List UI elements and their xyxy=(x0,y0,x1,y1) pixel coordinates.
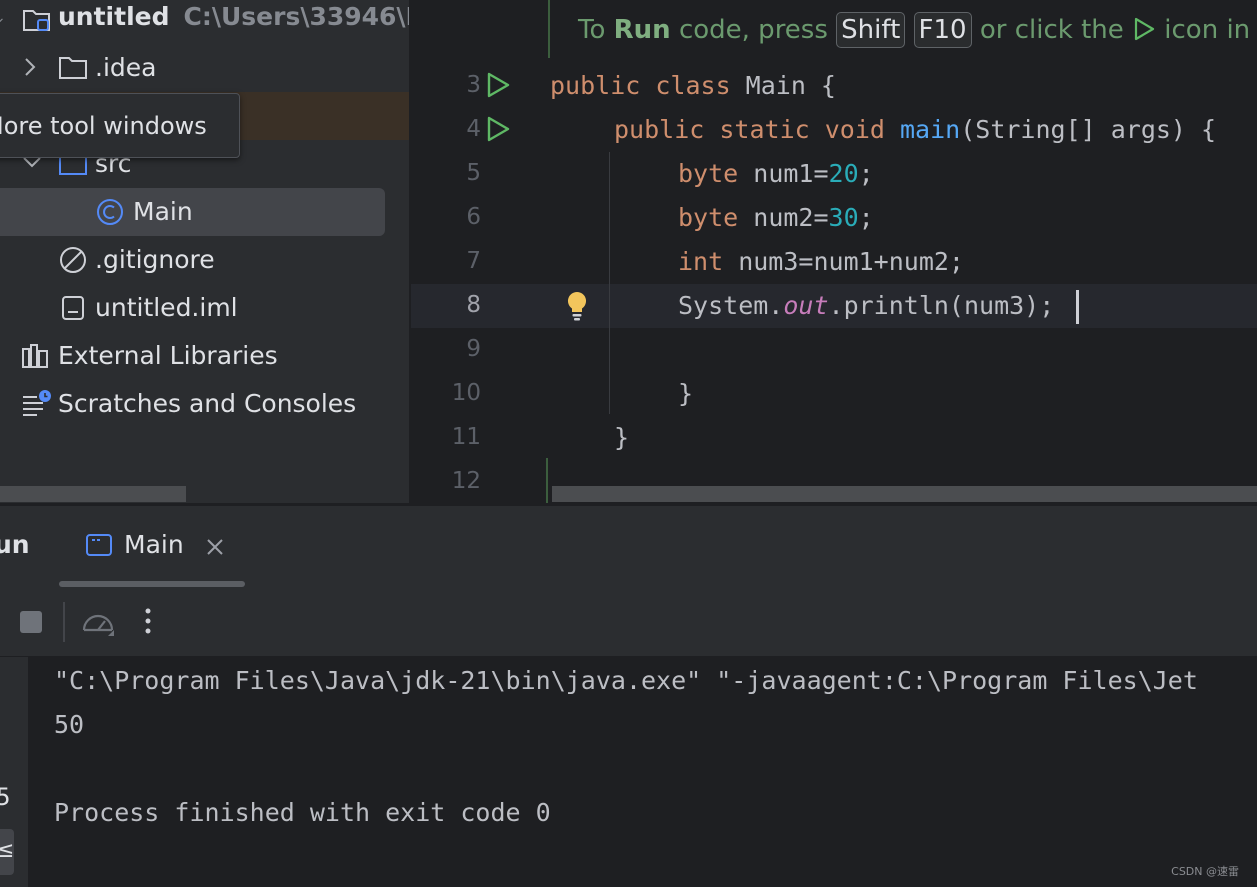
code-text: Main { xyxy=(730,71,836,100)
code-keyword: int xyxy=(678,247,724,276)
code-text: num2= xyxy=(738,203,829,232)
tree-item-idea[interactable]: .idea xyxy=(0,44,409,92)
code-text: ; xyxy=(858,159,874,188)
run-gutter-icon[interactable] xyxy=(484,70,512,106)
line-number: 8 xyxy=(466,292,481,318)
code-line[interactable]: 4 public static void main(String[] args)… xyxy=(411,108,1257,152)
code-number: 30 xyxy=(828,203,859,232)
stop-icon[interactable] xyxy=(19,610,43,638)
hint-text: code, press xyxy=(670,15,837,45)
tree-item-label: Main xyxy=(133,197,193,226)
folder-icon xyxy=(58,55,88,81)
horizontal-scrollbar[interactable] xyxy=(0,486,186,502)
code-text: .println(num3); xyxy=(828,291,1055,320)
code-line[interactable]: 11 } xyxy=(411,416,1257,460)
code-number: 20 xyxy=(828,159,859,188)
shortcut-key-f10: F10 xyxy=(913,12,972,48)
horizontal-scrollbar[interactable] xyxy=(552,486,1257,502)
line-number: 9 xyxy=(466,336,481,362)
code-text: } xyxy=(678,379,694,408)
module-folder-icon xyxy=(22,6,52,34)
code-keyword: byte xyxy=(678,159,739,188)
project-tool-window: ⌄ untitledC:\Users\33946\Do .idea src Ma xyxy=(0,0,409,503)
java-class-icon xyxy=(96,198,124,226)
hint-text: icon in the xyxy=(1164,15,1257,45)
code-line[interactable]: 10 } xyxy=(411,372,1257,416)
console-line: Process finished with exit code 0 xyxy=(54,798,551,827)
code-line[interactable]: 7 int num3=num1+num2; xyxy=(411,240,1257,284)
run-tool-window-title: un xyxy=(0,530,30,559)
tree-item-label: untitled.iml xyxy=(95,293,238,322)
console-tab-icon xyxy=(85,533,113,563)
side-toolbar-glyph[interactable]: 5 xyxy=(0,783,10,811)
code-function: main xyxy=(900,115,961,144)
line-number: 4 xyxy=(466,116,481,142)
inlay-hint-marker xyxy=(548,0,550,58)
tree-item-external-libraries[interactable]: External Libraries xyxy=(0,332,409,380)
profiler-icon[interactable] xyxy=(80,606,118,644)
run-toolbar xyxy=(0,588,1257,656)
code-text: System. xyxy=(678,291,784,320)
project-root-name: untitled xyxy=(58,2,170,31)
lightbulb-icon[interactable] xyxy=(565,290,589,328)
line-number: 7 xyxy=(466,248,481,274)
code-keyword: public static void xyxy=(614,115,885,144)
code-keyword: byte xyxy=(678,203,739,232)
tooltip: More tool windows xyxy=(0,93,240,158)
code-line[interactable]: 5 byte num1=20; xyxy=(411,152,1257,196)
hint-text: To xyxy=(578,15,614,45)
console-line: "C:\Program Files\Java\jdk-21\bin\java.e… xyxy=(54,666,1198,695)
tree-item-scratches[interactable]: Scratches and Consoles xyxy=(0,380,409,428)
code-text: num1= xyxy=(738,159,829,188)
line-number: 6 xyxy=(466,204,481,230)
tree-item-main[interactable]: Main xyxy=(0,188,409,236)
code-line[interactable]: 6 byte num2=30; xyxy=(411,196,1257,240)
tree-item-label: .gitignore xyxy=(95,245,215,274)
line-number: 10 xyxy=(451,380,481,406)
code-text: ; xyxy=(858,203,874,232)
shortcut-key-shift: Shift xyxy=(836,12,906,48)
line-number: 3 xyxy=(466,72,481,98)
tree-item-iml[interactable]: untitled.iml xyxy=(0,284,409,332)
tooltip-text: More tool windows xyxy=(0,111,207,140)
console-line: 50 xyxy=(54,710,85,739)
run-icon xyxy=(1134,17,1155,41)
run-gutter-icon[interactable] xyxy=(484,114,512,150)
run-hint-inlay: To Run code, press Shift F10 or click th… xyxy=(578,12,1257,48)
chevron-down-icon[interactable]: ⌄ xyxy=(0,10,6,26)
scratches-icon xyxy=(21,389,53,419)
tree-item-label: .idea xyxy=(95,53,157,82)
tree-item-gitignore[interactable]: .gitignore xyxy=(0,236,409,284)
more-options-icon[interactable] xyxy=(140,606,156,640)
chevron-right-icon[interactable] xyxy=(22,56,38,78)
gutter-marker xyxy=(546,458,548,503)
library-icon xyxy=(21,343,51,369)
run-tab-label: Main xyxy=(124,530,184,559)
watermark: CSDN @速雷 xyxy=(1171,865,1239,878)
line-number: 5 xyxy=(466,160,481,186)
file-icon xyxy=(61,295,85,321)
tree-item-label: External Libraries xyxy=(58,341,278,370)
code-text: (String[] args) { xyxy=(960,115,1217,144)
code-static-field: out xyxy=(783,291,829,320)
side-toolbar-glyph[interactable]: ≤ xyxy=(0,838,14,863)
line-number: 11 xyxy=(451,424,481,450)
project-root-path: C:\Users\33946\Do xyxy=(183,2,410,31)
tree-item-label: Scratches and Consoles xyxy=(58,389,357,418)
toolbar-separator xyxy=(63,602,65,642)
text-caret xyxy=(1076,290,1079,324)
code-text: num3=num1+num2; xyxy=(723,247,964,276)
code-line[interactable]: 9 xyxy=(411,328,1257,372)
close-icon[interactable] xyxy=(205,537,225,561)
hint-run-word: Run xyxy=(613,15,671,45)
code-keyword: public class xyxy=(550,71,731,100)
code-line[interactable]: 3 public class Main { xyxy=(411,64,1257,108)
ignore-file-icon xyxy=(59,246,87,274)
tree-item-root[interactable]: ⌄ untitled C:\Users\33946\Do xyxy=(0,0,409,44)
hint-text: or click the xyxy=(971,15,1133,45)
run-tab-underline xyxy=(59,581,245,587)
code-line-current[interactable]: 8 System.out.println(num3); xyxy=(411,284,1257,328)
code-text: } xyxy=(614,423,630,452)
line-number: 12 xyxy=(451,468,481,494)
